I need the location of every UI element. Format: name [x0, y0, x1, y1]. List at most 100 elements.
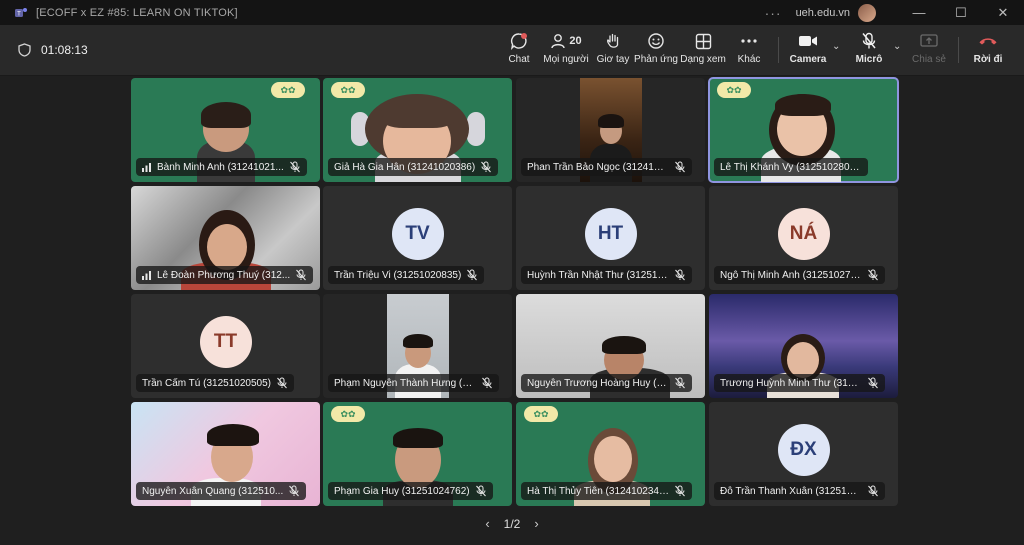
shield-icon: [18, 43, 31, 57]
camera-options-chevron-icon[interactable]: ⌄: [832, 41, 840, 52]
participant-tile[interactable]: ✿✿ Giả Hà Gia Hân (31241020386): [323, 78, 512, 182]
view-label: Dạng xem: [680, 54, 726, 65]
participant-tile[interactable]: ✿✿ Hà Thị Thủy Tiên (31241023429): [516, 402, 705, 506]
leave-button[interactable]: Rời đi: [972, 31, 1004, 69]
camera-button[interactable]: Camera: [790, 31, 826, 69]
smiley-icon: [648, 33, 664, 49]
reactions-label: Phản ứng: [634, 54, 678, 65]
participant-name: Lê Đoàn Phương Thuý (312...: [157, 269, 291, 281]
participant-tile[interactable]: Phan Trần Bảo Ngọc (31241027...: [516, 78, 705, 182]
sticker-decoration: ✿✿: [524, 406, 558, 422]
window-title: [ECOFF x EZ #85: LEARN ON TIKTOK]: [36, 6, 238, 19]
people-icon: [551, 34, 566, 49]
avatar: NÁ: [777, 208, 830, 260]
participant-tile[interactable]: Nguyễn Xuân Quang (312510...: [131, 402, 320, 506]
previous-page-button[interactable]: ‹: [485, 516, 489, 531]
mic-off-icon: [482, 377, 492, 389]
maximize-button[interactable]: ☐: [940, 0, 982, 25]
participant-tile[interactable]: Nguyễn Trương Hoàng Huy (31...: [516, 294, 705, 398]
participant-name: Hà Thị Thủy Tiên (31241023429): [527, 485, 669, 497]
mic-off-icon: [675, 485, 685, 497]
raise-hand-icon: [606, 33, 619, 48]
participant-name: Huỳnh Trần Nhật Thư (312510...: [527, 269, 669, 281]
participant-name: Nguyễn Trương Hoàng Huy (31...: [527, 377, 669, 389]
meeting-timer: 01:08:13: [18, 25, 88, 75]
participant-tile[interactable]: ✿✿ Phạm Gia Huy (31251024762): [323, 402, 512, 506]
participant-tile-speaking[interactable]: ✿✿ Lê Thị Khánh Vy (31251028019): [708, 77, 899, 183]
mic-off-icon: [675, 269, 685, 281]
more-options-icon[interactable]: ···: [765, 5, 782, 21]
participant-name: Trần Triệu Vi (31251020835): [334, 269, 462, 281]
participant-name: Nguyễn Xuân Quang (312510...: [142, 485, 284, 497]
participant-tile[interactable]: Trương Huỳnh Minh Thư (3124...: [709, 294, 898, 398]
share-label: Chia sẻ: [912, 54, 946, 65]
chat-label: Chat: [508, 54, 530, 65]
mic-off-icon: [675, 161, 685, 173]
participant-name: Phạm Gia Huy (31251024762): [334, 485, 470, 497]
next-page-button[interactable]: ›: [534, 516, 538, 531]
mic-off-icon: [868, 377, 878, 389]
signal-icon: [142, 163, 151, 172]
signal-icon: [142, 271, 151, 280]
avatar: ĐX: [777, 424, 830, 476]
participant-tile[interactable]: HT Huỳnh Trần Nhật Thư (312510...: [516, 186, 705, 290]
participant-name: Giả Hà Gia Hân (31241020386): [334, 161, 476, 173]
raise-hand-button[interactable]: Giơ tay: [597, 31, 629, 69]
people-count: 20: [569, 35, 582, 47]
participant-name: Trần Cẩm Tú (31251020505): [142, 377, 271, 389]
people-button[interactable]: 20 Mọi người: [543, 31, 589, 69]
avatar: TT: [199, 316, 252, 368]
minimize-button[interactable]: —: [898, 0, 940, 25]
hang-up-icon: [979, 38, 997, 45]
mic-off-icon: [481, 161, 492, 173]
participant-tile[interactable]: TT Trần Cẩm Tú (31251020505): [131, 294, 320, 398]
chat-icon: [510, 33, 527, 50]
chat-button[interactable]: Chat: [506, 31, 532, 69]
org-name: ueh.edu.vn: [795, 6, 850, 19]
mic-off-icon: [475, 485, 486, 497]
participant-tile[interactable]: Phạm Nguyễn Thành Hưng (312...: [323, 294, 512, 398]
meeting-toolbar: 01:08:13 Chat 20 Mọi người Giơ tay Phản …: [0, 25, 1024, 76]
participant-tile[interactable]: NÁ Ngô Thị Minh Ánh (312510277...: [709, 186, 898, 290]
mic-off-icon: [675, 377, 685, 389]
view-button[interactable]: Dạng xem: [680, 31, 726, 69]
close-button[interactable]: ✕: [982, 0, 1024, 25]
sticker-decoration: ✿✿: [331, 406, 365, 422]
more-label: Khác: [737, 54, 761, 65]
sticker-decoration: ✿✿: [717, 82, 751, 98]
share-button[interactable]: Chia sẻ: [912, 31, 946, 69]
svg-text:T: T: [17, 11, 21, 17]
participant-name: Đỗ Trần Thanh Xuân (3125102...: [720, 485, 862, 497]
participant-tile[interactable]: ✿✿ Bành Minh Anh (31241021...: [131, 78, 320, 182]
toolbar-divider: [958, 37, 959, 63]
leave-label: Rời đi: [973, 54, 1003, 65]
video-stage: ✿✿ Bành Minh Anh (31241021... ✿✿ Giả Hà …: [0, 76, 1024, 545]
participant-tile[interactable]: TV Trần Triệu Vi (31251020835): [323, 186, 512, 290]
avatar: TV: [391, 208, 444, 260]
share-screen-icon: [920, 34, 938, 47]
mic-off-icon: [868, 269, 878, 281]
toolbar-divider: [778, 37, 779, 63]
sticker-decoration: ✿✿: [271, 82, 305, 98]
more-button[interactable]: Khác: [736, 31, 762, 69]
avatar: HT: [584, 208, 637, 260]
participant-name: Phan Trần Bảo Ngọc (31241027...: [527, 161, 669, 173]
sticker-decoration: ✿✿: [331, 82, 365, 98]
participant-tile[interactable]: Lê Đoàn Phương Thuý (312...: [131, 186, 320, 290]
mic-off-icon: [289, 485, 300, 497]
reactions-button[interactable]: Phản ứng: [634, 31, 678, 69]
teams-logo-icon: T: [15, 7, 27, 17]
mic-off-icon: [277, 377, 287, 389]
mic-label: Micrô: [855, 54, 883, 65]
mic-off-icon: [289, 161, 300, 173]
user-avatar[interactable]: [858, 3, 876, 22]
raise-hand-label: Giơ tay: [596, 54, 630, 65]
mic-options-chevron-icon[interactable]: ⌄: [893, 41, 901, 52]
mic-button[interactable]: Micrô: [855, 31, 883, 69]
participant-tile[interactable]: ĐX Đỗ Trần Thanh Xuân (3125102...: [709, 402, 898, 506]
participant-name: Ngô Thị Minh Ánh (312510277...: [720, 269, 862, 281]
mic-off-icon: [467, 269, 478, 281]
ellipsis-icon: [741, 39, 757, 43]
participant-name: Lê Thị Khánh Vy (31251028019): [720, 161, 862, 173]
title-bar: T [ECOFF x EZ #85: LEARN ON TIKTOK] ··· …: [0, 0, 1024, 25]
